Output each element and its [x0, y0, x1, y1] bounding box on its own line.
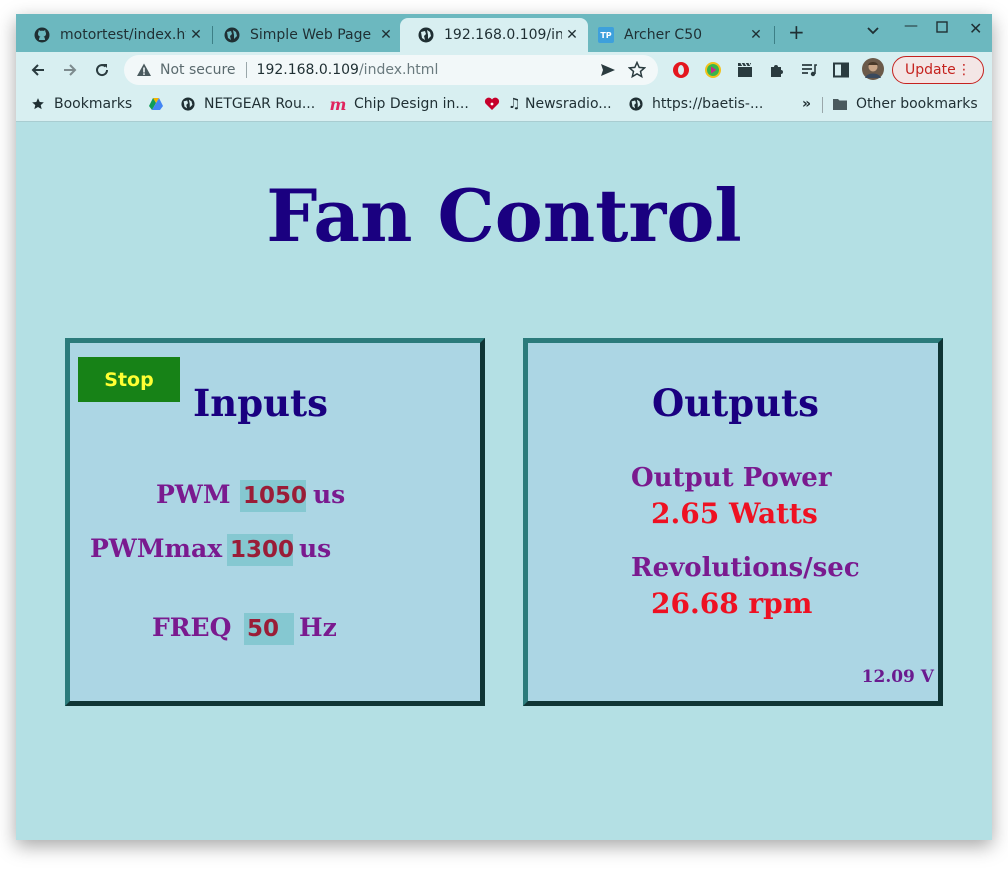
globe-icon: [628, 96, 644, 112]
close-icon[interactable]: ✕: [186, 27, 206, 43]
inputs-panel: Stop Inputs PWM 1050 us PWMmax 1300 us F…: [65, 338, 485, 706]
inputs-heading: Inputs: [193, 381, 328, 425]
tab-simple-web-page[interactable]: Simple Web Page ✕: [206, 18, 402, 52]
close-window-icon[interactable]: ✕: [969, 19, 982, 38]
address-divider: [245, 62, 247, 78]
revolutions-value: 26.68 rpm: [651, 587, 813, 620]
m-logo-icon: m: [329, 94, 347, 114]
bookmarks-bar: Bookmarks NETGEAR Rou... m Chip Design i…: [16, 88, 992, 122]
back-icon[interactable]: [26, 58, 50, 82]
send-icon[interactable]: [600, 62, 616, 82]
toolbar: Not secure 192.168.0.109/index.html Upda…: [16, 52, 992, 88]
minimize-icon[interactable]: —: [904, 18, 918, 34]
pwm-label: PWM: [156, 480, 231, 509]
tab-divider: [774, 26, 775, 44]
url-text: 192.168.0.109/index.html: [257, 62, 439, 78]
browser-window: motortest/index.html ✕ Simple Web Page ✕…: [16, 14, 992, 840]
menu-dots-icon: ⋮: [957, 62, 971, 78]
url-path: /index.html: [358, 62, 439, 78]
other-bookmarks-folder[interactable]: Other bookmarks: [832, 96, 978, 112]
tab-archer-c50[interactable]: TP Archer C50 ✕: [580, 18, 772, 52]
stop-button[interactable]: Stop: [78, 357, 180, 402]
tab-motortest[interactable]: motortest/index.html ✕: [16, 18, 212, 52]
opera-extension-icon[interactable]: [672, 61, 690, 79]
folder-icon: [832, 96, 848, 112]
tab-search-icon[interactable]: [866, 23, 880, 41]
close-icon[interactable]: ✕: [562, 27, 582, 43]
outputs-panel: Outputs Output Power 2.65 Watts Revoluti…: [523, 338, 943, 706]
freq-field[interactable]: 50: [244, 613, 294, 645]
bookmark-item-netgear[interactable]: NETGEAR Rou...: [180, 96, 315, 112]
warning-icon: [136, 62, 152, 78]
update-label: Update: [905, 62, 956, 78]
tab-title: motortest/index.html: [60, 27, 186, 43]
bookmark-label: NETGEAR Rou...: [204, 96, 316, 112]
bookmark-label: Chip Design in...: [354, 96, 469, 112]
tab-title: Archer C50: [624, 27, 703, 43]
bookmark-item-newsradio[interactable]: ♫ Newsradio...: [484, 96, 612, 112]
globe-icon: [224, 27, 240, 43]
avatar[interactable]: [862, 58, 884, 80]
bookmark-item-bookmarks[interactable]: Bookmarks: [30, 96, 132, 112]
page-content: Fan Control Stop Inputs PWM 1050 us PWMm…: [16, 123, 992, 840]
outputs-heading: Outputs: [652, 381, 819, 425]
voltage-readout: 12.09 V: [861, 667, 934, 687]
bookmark-label: ♫ Newsradio...: [508, 96, 612, 112]
tp-link-icon: TP: [598, 27, 614, 43]
playlist-icon[interactable]: [800, 61, 818, 79]
close-icon[interactable]: ✕: [376, 27, 396, 43]
bookmarks-divider: [822, 97, 823, 113]
tab-title: 192.168.0.109/index.html: [444, 27, 562, 43]
extensions-puzzle-icon[interactable]: [768, 61, 786, 79]
reload-icon[interactable]: [90, 58, 114, 82]
output-power-value: 2.65 Watts: [651, 497, 818, 530]
security-label: Not secure: [160, 62, 236, 78]
bookmark-label: Other bookmarks: [856, 96, 978, 112]
pwm-unit: us: [313, 480, 346, 509]
maximize-icon[interactable]: [936, 21, 948, 37]
page-title: Fan Control: [266, 173, 742, 258]
url-host: 192.168.0.109: [256, 62, 359, 78]
bookmark-item-baetis[interactable]: https://baetis-...: [628, 96, 763, 112]
revolutions-label: Revolutions/sec: [631, 553, 860, 583]
close-icon[interactable]: ✕: [746, 27, 766, 43]
forward-icon[interactable]: [58, 58, 82, 82]
tab-title: Simple Web Page: [250, 27, 372, 43]
clapper-extension-icon[interactable]: [736, 61, 754, 79]
tab-strip: motortest/index.html ✕ Simple Web Page ✕…: [16, 14, 992, 52]
star-icon: [30, 96, 46, 112]
side-panel-icon[interactable]: [832, 61, 850, 79]
address-bar[interactable]: Not secure 192.168.0.109/index.html: [124, 55, 658, 85]
update-button[interactable]: Update ⋮: [892, 56, 984, 84]
bookmark-item-google-drive[interactable]: [148, 96, 172, 112]
bookmark-item-chip-design[interactable]: m Chip Design in...: [329, 94, 469, 114]
iheart-icon: [484, 96, 500, 112]
bookmarks-overflow-button[interactable]: »: [802, 96, 811, 112]
pwm-field[interactable]: 1050: [240, 480, 307, 512]
github-icon: [34, 27, 50, 43]
output-power-label: Output Power: [631, 463, 832, 493]
bookmark-label: https://baetis-...: [652, 96, 764, 112]
pwmmax-unit: us: [299, 534, 332, 563]
freq-label: FREQ: [152, 613, 232, 642]
bookmark-label: Bookmarks: [54, 96, 133, 112]
google-drive-icon: [148, 96, 164, 112]
globe-icon: [180, 96, 196, 112]
new-tab-icon[interactable]: +: [788, 20, 805, 44]
pwmmax-label: PWMmax: [90, 534, 223, 563]
pwmmax-field[interactable]: 1300: [227, 534, 294, 566]
freq-unit: Hz: [299, 613, 337, 642]
tab-active-index[interactable]: 192.168.0.109/index.html ✕: [400, 18, 588, 52]
globe-icon: [418, 27, 434, 43]
bookmark-star-icon[interactable]: [627, 60, 647, 83]
media-extension-icon[interactable]: [704, 61, 722, 79]
